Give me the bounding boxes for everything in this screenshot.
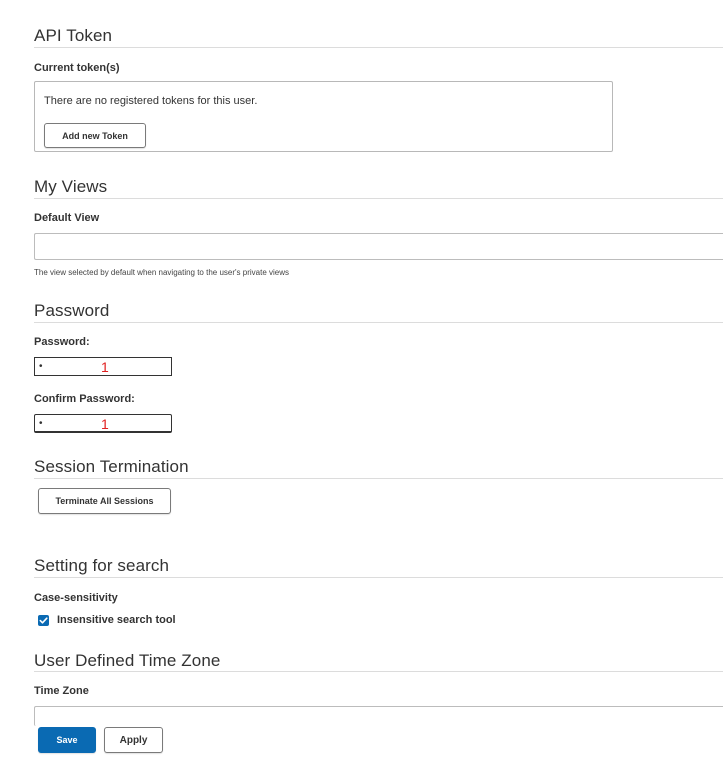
my-views-divider xyxy=(34,198,723,199)
password-label: Password: xyxy=(34,336,90,348)
terminate-all-sessions-button[interactable]: Terminate All Sessions xyxy=(38,488,171,514)
api-token-heading: API Token xyxy=(34,26,113,45)
password-divider xyxy=(34,322,723,323)
current-tokens-label: Current token(s) xyxy=(34,62,120,74)
default-view-label: Default View xyxy=(34,212,100,224)
time-zone-select[interactable] xyxy=(34,706,723,726)
token-list-box: There are no registered tokens for this … xyxy=(34,81,613,152)
session-termination-heading: Session Termination xyxy=(34,457,189,476)
confirm-password-label: Confirm Password: xyxy=(34,393,135,405)
session-termination-divider xyxy=(34,478,723,479)
my-views-heading: My Views xyxy=(34,177,108,196)
password-input[interactable]: • 1 xyxy=(34,357,172,376)
add-new-token-button[interactable]: Add new Token xyxy=(44,123,146,148)
default-view-input[interactable] xyxy=(34,233,723,260)
confirm-password-input[interactable]: • 1 xyxy=(34,414,172,433)
no-tokens-message: There are no registered tokens for this … xyxy=(44,95,258,107)
apply-button[interactable]: Apply xyxy=(104,727,163,753)
confirm-password-mask: • xyxy=(39,418,43,429)
api-token-divider xyxy=(34,47,723,48)
save-button[interactable]: Save xyxy=(38,727,96,753)
password-annotation: 1 xyxy=(101,359,109,375)
checkmark-icon xyxy=(39,617,48,624)
time-zone-heading: User Defined Time Zone xyxy=(34,651,221,670)
password-heading: Password xyxy=(34,301,110,320)
confirm-password-annotation: 1 xyxy=(101,416,109,432)
time-zone-label: Time Zone xyxy=(34,685,89,697)
default-view-help-text: The view selected by default when naviga… xyxy=(34,268,289,277)
search-settings-heading: Setting for search xyxy=(34,556,170,575)
insensitive-search-checkbox[interactable] xyxy=(38,615,49,626)
case-sensitivity-label: Case-sensitivity xyxy=(34,592,118,604)
password-mask: • xyxy=(39,361,43,372)
search-settings-divider xyxy=(34,577,723,578)
time-zone-divider xyxy=(34,671,723,672)
insensitive-search-label[interactable]: Insensitive search tool xyxy=(57,614,176,626)
